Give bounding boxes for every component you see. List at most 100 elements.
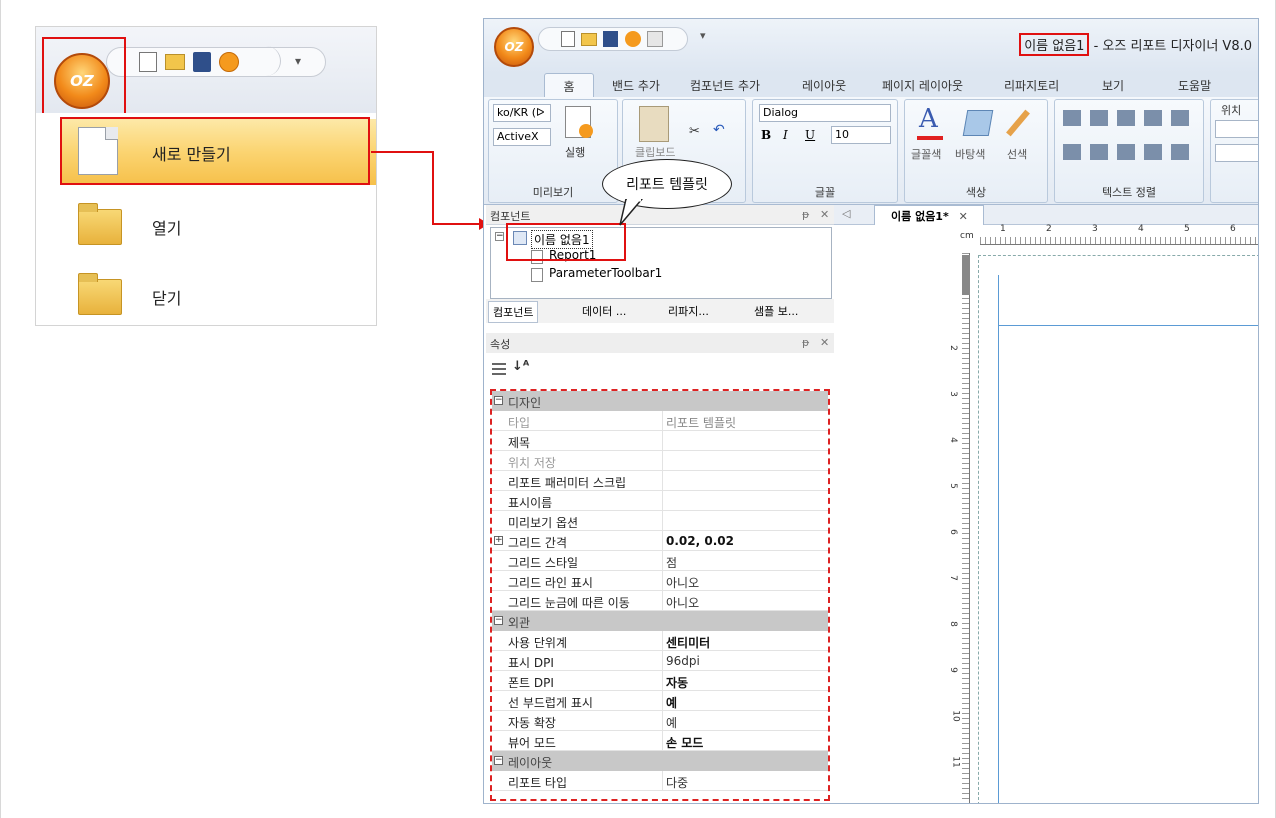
property-row[interactable]: 위치 저장: [492, 451, 828, 471]
tab-repository[interactable]: 리파지토리: [1004, 77, 1059, 94]
ruler-margin-marker: [962, 255, 970, 295]
property-value[interactable]: 손 모드: [666, 734, 703, 751]
sort-alpha-icon[interactable]: ↓ᴬ: [512, 359, 529, 374]
property-row[interactable]: 타입 리포트 템플릿: [492, 411, 828, 431]
property-row[interactable]: + 그리드 간격 0.02, 0.02: [492, 531, 828, 551]
tab-help[interactable]: 도움말: [1178, 77, 1211, 94]
collapse-icon[interactable]: −: [494, 396, 503, 405]
property-value[interactable]: 자동: [666, 674, 688, 691]
property-category[interactable]: − 외관: [492, 611, 828, 631]
font-combo[interactable]: Dialog: [759, 104, 891, 122]
locale-combo[interactable]: ko/KR (ᐅ: [493, 104, 551, 122]
run-icon[interactable]: [625, 31, 641, 47]
position-y-field[interactable]: [1215, 144, 1258, 162]
preview-group: ko/KR (ᐅ ActiveX 실행 미리보기: [488, 99, 618, 203]
property-value[interactable]: 아니오: [666, 594, 699, 611]
property-row[interactable]: 그리드 라인 표시 아니오: [492, 571, 828, 591]
property-value[interactable]: 아니오: [666, 574, 699, 591]
tab-page-layout[interactable]: 페이지 레이아웃: [882, 77, 963, 94]
pin-icon[interactable]: ᵽ: [802, 208, 809, 221]
property-row[interactable]: 폰트 DPI 자동: [492, 671, 828, 691]
save-icon[interactable]: [603, 31, 618, 47]
report-canvas: cm 123456 23456789101112: [834, 224, 1258, 803]
property-value[interactable]: 예: [666, 694, 677, 711]
tab-scroll-icon[interactable]: ◁: [842, 207, 850, 220]
new-doc-icon[interactable]: [561, 31, 575, 47]
property-row[interactable]: 표시이름: [492, 491, 828, 511]
save-icon[interactable]: [193, 52, 211, 72]
preview-icon[interactable]: [647, 31, 663, 47]
pin-icon[interactable]: ᵽ: [802, 336, 809, 349]
italic-button[interactable]: I: [783, 128, 788, 142]
property-value[interactable]: 다중: [666, 774, 688, 791]
tree-collapse-icon[interactable]: −: [495, 232, 504, 241]
property-row[interactable]: 그리드 눈금에 따른 이동 아니오: [492, 591, 828, 611]
property-row[interactable]: 표시 DPI 96dpi: [492, 651, 828, 671]
expand-icon[interactable]: +: [494, 536, 503, 545]
tree-item-parameter-toolbar[interactable]: ParameterToolbar1: [549, 266, 662, 280]
property-row[interactable]: 사용 단위계 센티미터: [492, 631, 828, 651]
property-name: 폰트 DPI: [508, 676, 554, 690]
panel-tab-sample[interactable]: 샘플 보...: [754, 303, 798, 319]
menu-item-open[interactable]: 열기: [60, 193, 376, 259]
property-value[interactable]: 점: [666, 554, 677, 571]
panel-tab-data[interactable]: 데이터 ...: [582, 303, 626, 319]
tab-home[interactable]: 홈: [544, 73, 594, 97]
property-row[interactable]: 선 부드럽게 표시 예: [492, 691, 828, 711]
title-bar: OZ ▾ 이름 없음1 - 오즈 리포트 디자이너 V8.0: [484, 19, 1258, 73]
property-value[interactable]: 센티미터: [666, 634, 710, 651]
open-folder-icon[interactable]: [581, 33, 597, 46]
property-value[interactable]: 리포트 템플릿: [666, 414, 736, 431]
new-doc-icon[interactable]: [139, 52, 157, 72]
line-color-icon[interactable]: [1006, 109, 1030, 137]
property-row[interactable]: 제목: [492, 431, 828, 451]
align-buttons-row2[interactable]: [1063, 144, 1193, 160]
align-buttons-row1[interactable]: [1063, 110, 1193, 126]
panel-tab-component[interactable]: 컴포넌트: [488, 301, 539, 323]
tab-component-add[interactable]: 컴포넌트 추가: [690, 77, 760, 94]
close-icon[interactable]: ✕: [820, 336, 829, 349]
font-color-icon[interactable]: A: [919, 104, 938, 134]
tab-band-add[interactable]: 밴드 추가: [612, 77, 660, 94]
document-tab[interactable]: 이름 없음1* ✕: [874, 205, 984, 225]
open-folder-icon[interactable]: [165, 54, 185, 70]
menu-item-close[interactable]: 닫기: [60, 263, 376, 325]
close-icon[interactable]: ✕: [820, 208, 829, 221]
position-x-field[interactable]: [1215, 120, 1258, 138]
property-category[interactable]: − 디자인: [492, 391, 828, 411]
run-icon[interactable]: [219, 52, 239, 72]
property-row[interactable]: 리포트 타입 다중: [492, 771, 828, 791]
collapse-icon[interactable]: −: [494, 616, 503, 625]
cut-icon[interactable]: ✂: [689, 124, 700, 139]
font-size-combo[interactable]: 10: [831, 126, 891, 144]
categorized-icon[interactable]: [492, 363, 506, 377]
property-category[interactable]: − 레이아웃: [492, 751, 828, 771]
app-menu-button[interactable]: OZ: [494, 27, 534, 67]
collapse-icon[interactable]: −: [494, 756, 503, 765]
property-row[interactable]: 리포트 패러미터 스크립: [492, 471, 828, 491]
qat-more-icon[interactable]: ▾: [700, 29, 706, 42]
property-row[interactable]: 뷰어 모드 손 모드: [492, 731, 828, 751]
document-tab-bar: ◁ 이름 없음1* ✕: [834, 205, 1258, 225]
property-row[interactable]: 자동 확장 예: [492, 711, 828, 731]
property-row[interactable]: 미리보기 옵션: [492, 511, 828, 531]
property-value[interactable]: 예: [666, 714, 677, 731]
connector-arrow: [371, 151, 489, 230]
font-group-label: 글꼴: [814, 186, 836, 199]
bold-button[interactable]: B: [761, 128, 771, 142]
paste-icon[interactable]: [639, 106, 669, 142]
activex-combo[interactable]: ActiveX: [493, 128, 551, 146]
property-row[interactable]: 그리드 스타일 점: [492, 551, 828, 571]
page-area[interactable]: [978, 255, 1258, 803]
back-color-icon[interactable]: [962, 110, 994, 136]
property-value[interactable]: 96dpi: [666, 654, 700, 668]
tab-view[interactable]: 보기: [1102, 77, 1124, 94]
underline-button[interactable]: U: [805, 128, 815, 142]
undo-icon[interactable]: ↶: [713, 122, 725, 138]
panel-tab-repository[interactable]: 리파지...: [668, 303, 709, 319]
ribbon: ko/KR (ᐅ ActiveX 실행 미리보기 클립보드 ✂ ↶ Dialog…: [484, 97, 1258, 205]
close-icon[interactable]: ✕: [959, 210, 968, 223]
qat-more-icon[interactable]: ▾: [295, 54, 301, 68]
property-value[interactable]: 0.02, 0.02: [666, 534, 734, 548]
tab-layout[interactable]: 레이아웃: [802, 77, 846, 94]
